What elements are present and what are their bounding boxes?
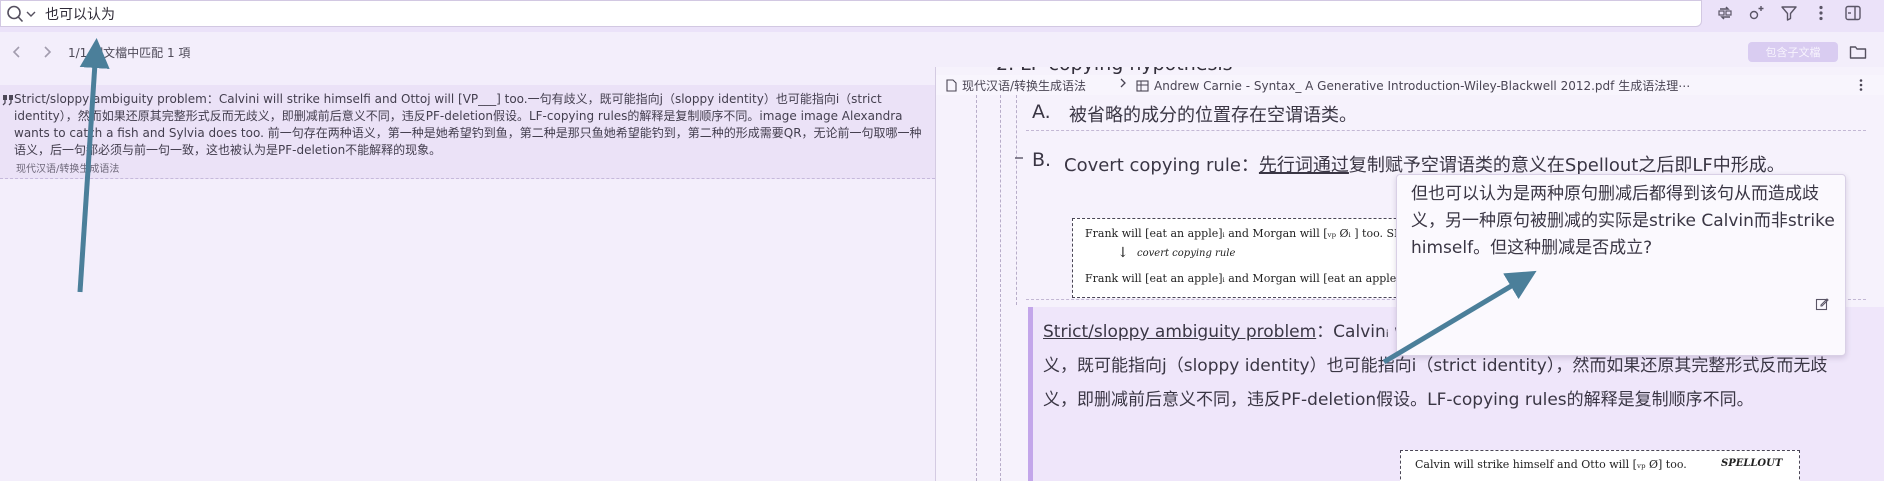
search-input[interactable] bbox=[45, 1, 1685, 26]
sync-icon[interactable] bbox=[1714, 2, 1736, 24]
filter-icon[interactable] bbox=[1778, 2, 1800, 24]
section-heading: 2. LF-copying hypothesis bbox=[996, 67, 1233, 75]
breadcrumb-item-doc[interactable]: 现代汉语/转换生成语法 bbox=[946, 77, 1086, 94]
breadcrumb-item-pdf[interactable]: Andrew Carnie - Syntax_ A Generative Int… bbox=[1136, 77, 1690, 94]
result-snippet: Strict/sloppy ambiguity problem：Calvini … bbox=[14, 92, 922, 157]
document-panel: 2. LF-copying hypothesis 现代汉语/转换生成语法 And… bbox=[936, 67, 1884, 481]
search-result-item[interactable]: Strict/sloppy ambiguity problem：Calvini … bbox=[0, 85, 935, 179]
search-results-panel: Strict/sloppy ambiguity problem：Calvini … bbox=[0, 80, 935, 481]
breadcrumb: 现代汉语/转换生成语法 Andrew Carnie - Syntax_ A Ge… bbox=[936, 75, 1884, 95]
sidebar-toggle-icon[interactable] bbox=[1842, 2, 1864, 24]
figure-text: Frank will [eat an apple]ᵢ and Morgan wi… bbox=[1085, 272, 1426, 285]
annotation-text: 但也可以认为是两种原句删减后都得到该句从而造成歧义，另一种原句被删减的实际是st… bbox=[1411, 184, 1835, 258]
next-result-icon[interactable] bbox=[38, 43, 56, 61]
underlined-text: Strict/sloppy ambiguity problem bbox=[1043, 322, 1317, 342]
figure-text: SPELLOUT bbox=[1721, 458, 1783, 469]
document-icon bbox=[946, 79, 957, 92]
results-info-row: 1/1 個文檔中匹配 1 項 包含子文檔 bbox=[0, 37, 1884, 67]
breadcrumb-label: 现代汉语/转换生成语法 bbox=[962, 79, 1087, 93]
list-item-text: 被省略的成分的位置存在空谓语类。 bbox=[1069, 105, 1357, 126]
folder-icon[interactable] bbox=[1848, 43, 1868, 61]
block-guide-line bbox=[1000, 95, 1001, 481]
search-bar bbox=[0, 0, 1884, 32]
include-subdocs-button[interactable]: 包含子文檔 bbox=[1748, 42, 1838, 62]
list-marker: B. bbox=[1032, 149, 1052, 171]
underlined-text: 先行词通过 bbox=[1258, 155, 1349, 176]
block-guide-line bbox=[1016, 95, 1017, 305]
quote-icon bbox=[1, 93, 15, 107]
table-icon bbox=[1136, 79, 1149, 92]
edit-icon[interactable] bbox=[1814, 296, 1830, 312]
more-vertical-icon[interactable] bbox=[1853, 77, 1869, 93]
figure-strict-sloppy: Calvin will strike himself and Otto will… bbox=[1400, 450, 1800, 481]
figure-text: Calvin will strike himself and Otto will… bbox=[1415, 458, 1687, 471]
sparkle-icon[interactable] bbox=[1746, 2, 1768, 24]
annotation-popup[interactable]: 但也可以认为是两种原句删减后都得到该句从而造成歧义，另一种原句被删减的实际是st… bbox=[1396, 174, 1846, 356]
search-box bbox=[0, 0, 1702, 27]
search-mode-icon[interactable] bbox=[5, 4, 39, 24]
list-item-prefix: Covert copying rule： bbox=[1064, 155, 1259, 176]
list-marker: A. bbox=[1032, 101, 1051, 123]
list-item-rest: 复制赋予空谓语类的意义在Spellout之后即LF中形成。 bbox=[1348, 155, 1785, 176]
block-guide-line bbox=[976, 95, 977, 481]
result-path: 现代汉语/转换生成语法 bbox=[16, 164, 120, 175]
figure-text: Frank will [eat an apple]ᵢ and Morgan wi… bbox=[1085, 227, 1450, 240]
down-arrow-icon: ↓ bbox=[1117, 245, 1129, 261]
chevron-right-icon bbox=[1118, 76, 1128, 93]
more-vertical-icon[interactable] bbox=[1810, 2, 1832, 24]
previous-result-icon[interactable] bbox=[8, 43, 26, 61]
breadcrumb-label: Andrew Carnie - Syntax_ A Generative Int… bbox=[1154, 79, 1691, 93]
results-count: 1/1 個文檔中匹配 1 項 bbox=[68, 46, 191, 60]
collapse-icon[interactable] bbox=[1012, 151, 1026, 165]
figure-text: covert copying rule bbox=[1137, 248, 1236, 259]
block-separator bbox=[1026, 130, 1866, 131]
